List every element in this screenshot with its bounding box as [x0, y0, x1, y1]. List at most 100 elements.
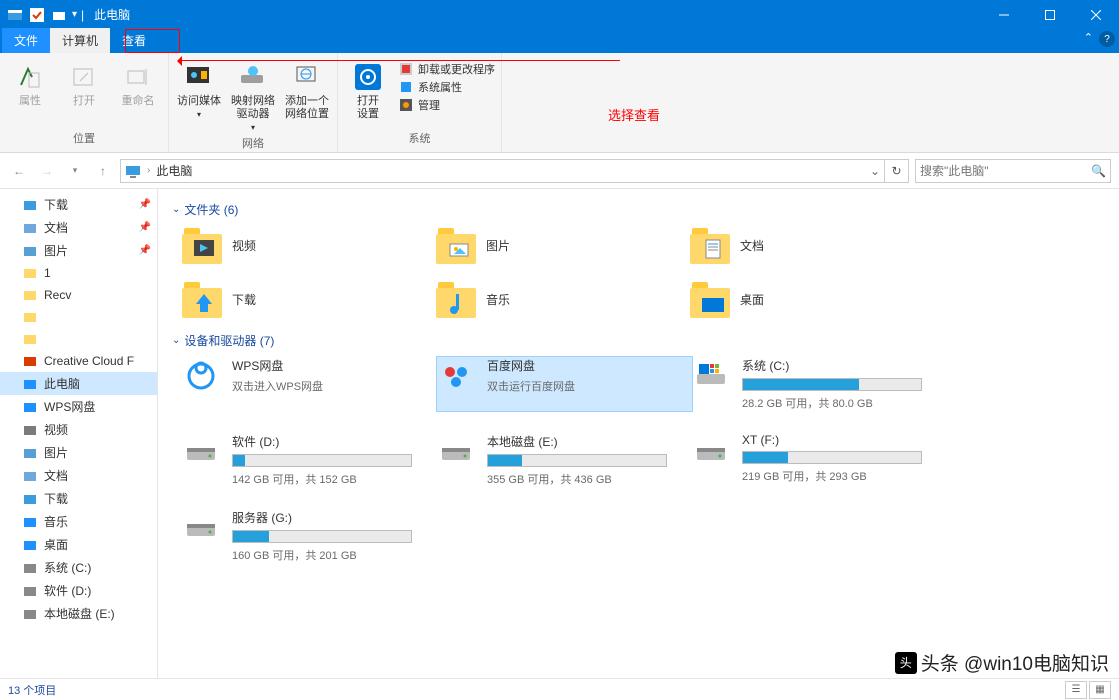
folders-group-header[interactable]: ⌄ 文件夹 (6): [172, 201, 1115, 218]
drive-usage-bar: [742, 451, 922, 464]
sidebar-item-label: Recv: [44, 288, 71, 302]
save-icon[interactable]: [28, 6, 46, 24]
drivec-icon: [22, 560, 38, 576]
rename-button[interactable]: 重命名: [114, 57, 162, 108]
desktop-icon: [22, 537, 38, 553]
watermark: 头 头条 @win10电脑知识: [895, 649, 1109, 676]
folder-documents[interactable]: 文档: [690, 226, 910, 264]
folder-pictures[interactable]: 图片: [436, 226, 656, 264]
sidebar-item-downloads2[interactable]: 下载: [0, 487, 157, 510]
drive-c-icon: [692, 357, 730, 395]
sidebar-item-documents2[interactable]: 文档: [0, 464, 157, 487]
folder-label: 下载: [232, 291, 256, 308]
search-icon[interactable]: 🔍: [1091, 164, 1106, 178]
sidebar-item-drivec[interactable]: 系统 (C:): [0, 556, 157, 579]
sidebar-item-videos[interactable]: 视频: [0, 418, 157, 441]
drive-f[interactable]: XT (F:)219 GB 可用，共 293 GB: [692, 433, 947, 487]
drive-name: 百度网盘: [487, 357, 575, 374]
help-icon[interactable]: ?: [1099, 31, 1115, 47]
sidebar-item-folder3[interactable]: [0, 306, 157, 328]
drive-name: 系统 (C:): [742, 357, 922, 374]
forward-button[interactable]: →: [36, 160, 58, 182]
sidebar-item-label: 1: [44, 266, 51, 280]
downloads-folder-icon: [182, 280, 222, 318]
tab-file[interactable]: 文件: [2, 28, 50, 53]
pictures2-icon: [22, 445, 38, 461]
sidebar-item-label: 桌面: [44, 536, 68, 553]
sidebar-item-drived[interactable]: 软件 (D:): [0, 579, 157, 602]
map-drive-button[interactable]: 映射网络 驱动器▾: [229, 57, 277, 133]
search-box[interactable]: 🔍: [915, 159, 1111, 183]
up-button[interactable]: ↑: [92, 160, 114, 182]
sidebar-item-drivee[interactable]: 本地磁盘 (E:): [0, 602, 157, 625]
sidebar-item-creative[interactable]: Creative Cloud F: [0, 350, 157, 372]
sidebar-item-label: 图片: [44, 242, 68, 259]
annotation-box: [125, 29, 180, 53]
drive-usage-bar: [232, 530, 412, 543]
folder-downloads[interactable]: 下载: [182, 280, 402, 318]
add-network-location-button[interactable]: 添加一个 网络位置: [283, 57, 331, 121]
ribbon-collapse-icon[interactable]: ⌃: [1084, 31, 1093, 47]
open-settings-button[interactable]: 打开 设置: [344, 57, 392, 121]
drive-subtext: 219 GB 可用，共 293 GB: [742, 468, 922, 484]
maximize-button[interactable]: [1027, 0, 1073, 29]
folder-videos[interactable]: 视频: [182, 226, 402, 264]
drive-e[interactable]: 本地磁盘 (E:)355 GB 可用，共 436 GB: [437, 433, 692, 487]
sidebar-item-music[interactable]: 音乐: [0, 510, 157, 533]
icons-view-button[interactable]: ▦: [1089, 681, 1111, 699]
sidebar-item-pictures[interactable]: 图片📌: [0, 239, 157, 262]
details-view-button[interactable]: ☰: [1065, 681, 1087, 699]
folder-music[interactable]: 音乐: [436, 280, 656, 318]
refresh-button[interactable]: ↻: [885, 159, 909, 183]
back-button[interactable]: ←: [8, 160, 30, 182]
drive-d[interactable]: 软件 (D:)142 GB 可用，共 152 GB: [182, 433, 437, 487]
address-dropdown-icon[interactable]: ⌄: [870, 164, 880, 178]
pin-icon: 📌: [139, 199, 151, 210]
drive-name: 软件 (D:): [232, 433, 412, 450]
drive-c[interactable]: 系统 (C:)28.2 GB 可用，共 80.0 GB: [692, 357, 947, 411]
folder-desktop[interactable]: 桌面: [690, 280, 910, 318]
drive-name: 本地磁盘 (E:): [487, 433, 667, 450]
manage-button[interactable]: 管理: [398, 97, 495, 113]
sidebar-item-pictures2[interactable]: 图片: [0, 441, 157, 464]
uninstall-button[interactable]: 卸载或更改程序: [398, 61, 495, 77]
drive-g[interactable]: 服务器 (G:)160 GB 可用，共 201 GB: [182, 509, 437, 563]
sidebar: 下载📌文档📌图片📌1RecvCreative Cloud F此电脑WPS网盘视频…: [0, 189, 158, 695]
qat-dropdown-icon[interactable]: ▾: [72, 9, 77, 20]
drive-e-icon: [437, 433, 475, 471]
drive-baidu[interactable]: 百度网盘双击运行百度网盘: [437, 357, 692, 411]
tab-computer[interactable]: 计算机: [50, 28, 110, 53]
pictures-icon: [22, 243, 38, 259]
close-button[interactable]: [1073, 0, 1119, 29]
downloads-icon: [22, 197, 38, 213]
drive-wps[interactable]: WPS网盘双击进入WPS网盘: [182, 357, 437, 411]
folder1-icon: [22, 265, 38, 281]
sidebar-item-wps[interactable]: WPS网盘: [0, 395, 157, 418]
sidebar-item-downloads[interactable]: 下载📌: [0, 193, 157, 216]
drive-name: WPS网盘: [232, 357, 323, 374]
folder-label: 音乐: [486, 291, 510, 308]
drive-name: 服务器 (G:): [232, 509, 412, 526]
documents-icon: [22, 220, 38, 236]
access-media-button[interactable]: 访问媒体▾: [175, 57, 223, 120]
folder-icon[interactable]: [50, 6, 68, 24]
open-button[interactable]: 打开: [60, 57, 108, 108]
drive-usage-bar: [487, 454, 667, 467]
properties-button[interactable]: 属性: [6, 57, 54, 108]
toutiao-icon: 头: [895, 652, 917, 674]
sidebar-item-desktop[interactable]: 桌面: [0, 533, 157, 556]
explorer-icon: [6, 6, 24, 24]
system-properties-button[interactable]: 系统属性: [398, 79, 495, 95]
address-bar[interactable]: › 此电脑 ⌄: [120, 159, 885, 183]
drives-group-header[interactable]: ⌄ 设备和驱动器 (7): [172, 332, 1115, 349]
sidebar-item-thispc[interactable]: 此电脑: [0, 372, 157, 395]
drive-usage-bar: [742, 378, 922, 391]
minimize-button[interactable]: [981, 0, 1027, 29]
sidebar-item-folder4[interactable]: [0, 328, 157, 350]
sidebar-item-documents[interactable]: 文档📌: [0, 216, 157, 239]
sidebar-item-folder1[interactable]: 1: [0, 262, 157, 284]
search-input[interactable]: [920, 164, 1091, 178]
status-text: 13 个项目: [8, 682, 56, 698]
recent-locations-icon[interactable]: ▾: [64, 160, 86, 182]
sidebar-item-folder2[interactable]: Recv: [0, 284, 157, 306]
